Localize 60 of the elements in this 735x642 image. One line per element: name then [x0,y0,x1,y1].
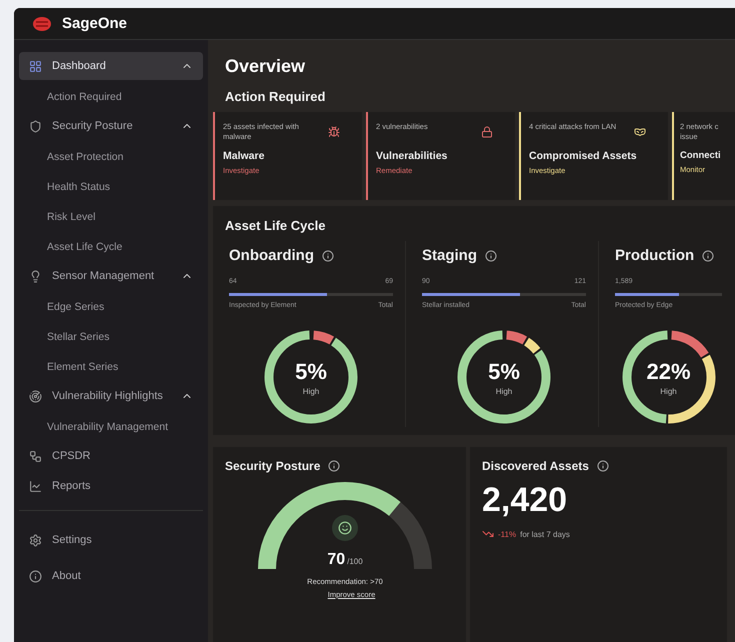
sidebar-item[interactable]: CPSDR [19,442,203,470]
sidebar-subitem[interactable]: Vulnerability Management [19,412,203,442]
logo-icon [32,16,52,32]
donut-label: High [496,386,512,396]
sidebar-subitem[interactable]: Asset Life Cycle [19,232,203,262]
sidebar-subitem[interactable]: Stellar Series [19,322,203,352]
smile-icon [332,515,358,541]
card-title: Compromised Assets [529,150,637,162]
asset-count: 2,420 [482,481,568,520]
donut-percent: 5% [295,358,327,384]
app-name: SageOne [62,15,128,32]
radar-icon [29,390,42,402]
page-title: Overview [224,55,306,77]
sidebar-item[interactable]: Reports [19,472,203,500]
card-title: Connecti [680,150,721,161]
change-value: -11% [498,530,516,538]
score-max: /100 [347,557,363,566]
lightbulb-icon [29,270,42,282]
donut-label: High [660,386,677,396]
donut-percent: 5% [488,358,520,384]
section-title: Asset Life Cycle [224,217,326,235]
sidebar-subitem[interactable]: Asset Protection [19,142,203,172]
info-icon[interactable] [485,250,497,262]
sidebar-item[interactable]: Settings [19,523,203,557]
grid-icon [29,60,42,72]
change-period: for last 7 days [520,530,570,538]
section-title: Action Required [224,88,326,106]
sidebar-item[interactable]: Sensor Management [19,262,203,290]
shield-icon [29,120,42,132]
info-icon[interactable] [322,250,334,262]
bug-icon [328,126,340,138]
sidebar-item[interactable]: Vulnerability Highlights [19,382,203,410]
card-title: Discovered Assets [482,459,589,473]
info-icon[interactable] [702,250,714,262]
card-title: Malware [223,150,264,162]
sidebar-subitem[interactable]: Risk Level [19,202,203,232]
card-title: Security Posture [225,459,320,473]
sidebar-subitem[interactable]: Element Series [19,352,203,382]
lock-icon [481,126,493,138]
sidebar-subitem[interactable]: Edge Series [19,292,203,322]
info-icon[interactable] [328,460,340,472]
sidebar-subitem[interactable]: Health Status [19,172,203,202]
stage-title: Production [615,247,694,264]
sidebar-item[interactable]: Security Posture [19,112,203,140]
card-title: Vulnerabilities [376,150,448,162]
sidebar-item[interactable]: About [19,559,203,593]
info-icon[interactable] [596,460,609,472]
stage-title: Staging [422,247,477,264]
stage-title: Onboarding [229,247,314,264]
donut-percent: 22% [646,358,691,384]
mask-icon [634,126,646,138]
line-chart-icon [29,480,42,492]
info-icon [29,570,42,582]
sidebar-subitem[interactable]: Action Required [19,82,203,112]
settings-icon [29,534,42,546]
score-value: 70 [327,551,346,569]
sidebar-item[interactable]: Dashboard [19,52,203,80]
donut-label: High [302,386,320,396]
nodes-icon [29,450,42,462]
trend-down-icon [482,528,494,540]
